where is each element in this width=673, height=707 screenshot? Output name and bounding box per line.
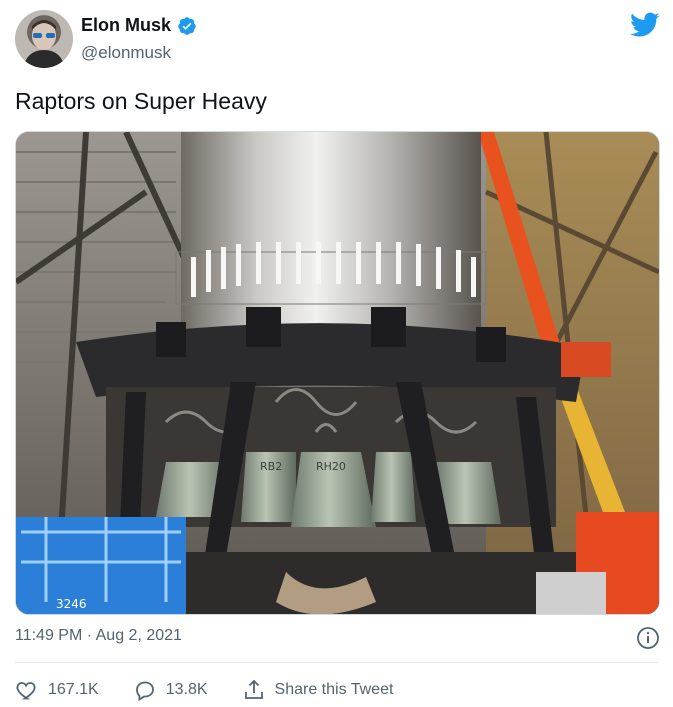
share-label: Share this Tweet [274, 681, 394, 698]
reply-button[interactable]: 13.8K [133, 678, 208, 702]
reply-count: 13.8K [165, 681, 208, 698]
like-button[interactable]: 167.1K [15, 678, 99, 702]
heart-icon [16, 682, 36, 700]
like-count: 167.1K [48, 681, 99, 698]
tweet-timestamp[interactable]: 11:49 PM · Aug 2, 2021 [15, 627, 182, 644]
share-button[interactable]: Share this Tweet [242, 678, 394, 702]
comment-icon [135, 681, 154, 702]
share-icon [244, 679, 263, 699]
tweet-text: Raptors on Super Heavy [15, 88, 267, 114]
tweet-actions: 167.1K 13.8K Share this Tweet [15, 676, 427, 704]
tweet-photo[interactable]: RB2 RH20 3246 [15, 131, 660, 615]
info-icon[interactable] [636, 626, 660, 650]
verified-badge-icon [178, 16, 196, 35]
avatar[interactable] [15, 10, 73, 68]
lift-label: 3246 [56, 597, 87, 611]
user-handle[interactable]: @elonmusk [81, 43, 171, 63]
twitter-bird-icon[interactable] [630, 12, 660, 38]
display-name[interactable]: Elon Musk [81, 15, 171, 36]
timestamp-row: 11:49 PM · Aug 2, 2021 [15, 627, 660, 651]
engine-label-1: RB2 [260, 460, 282, 473]
divider [15, 662, 658, 663]
tweet-header: Elon Musk @elonmusk [15, 10, 660, 70]
engine-label-2: RH20 [316, 460, 346, 473]
